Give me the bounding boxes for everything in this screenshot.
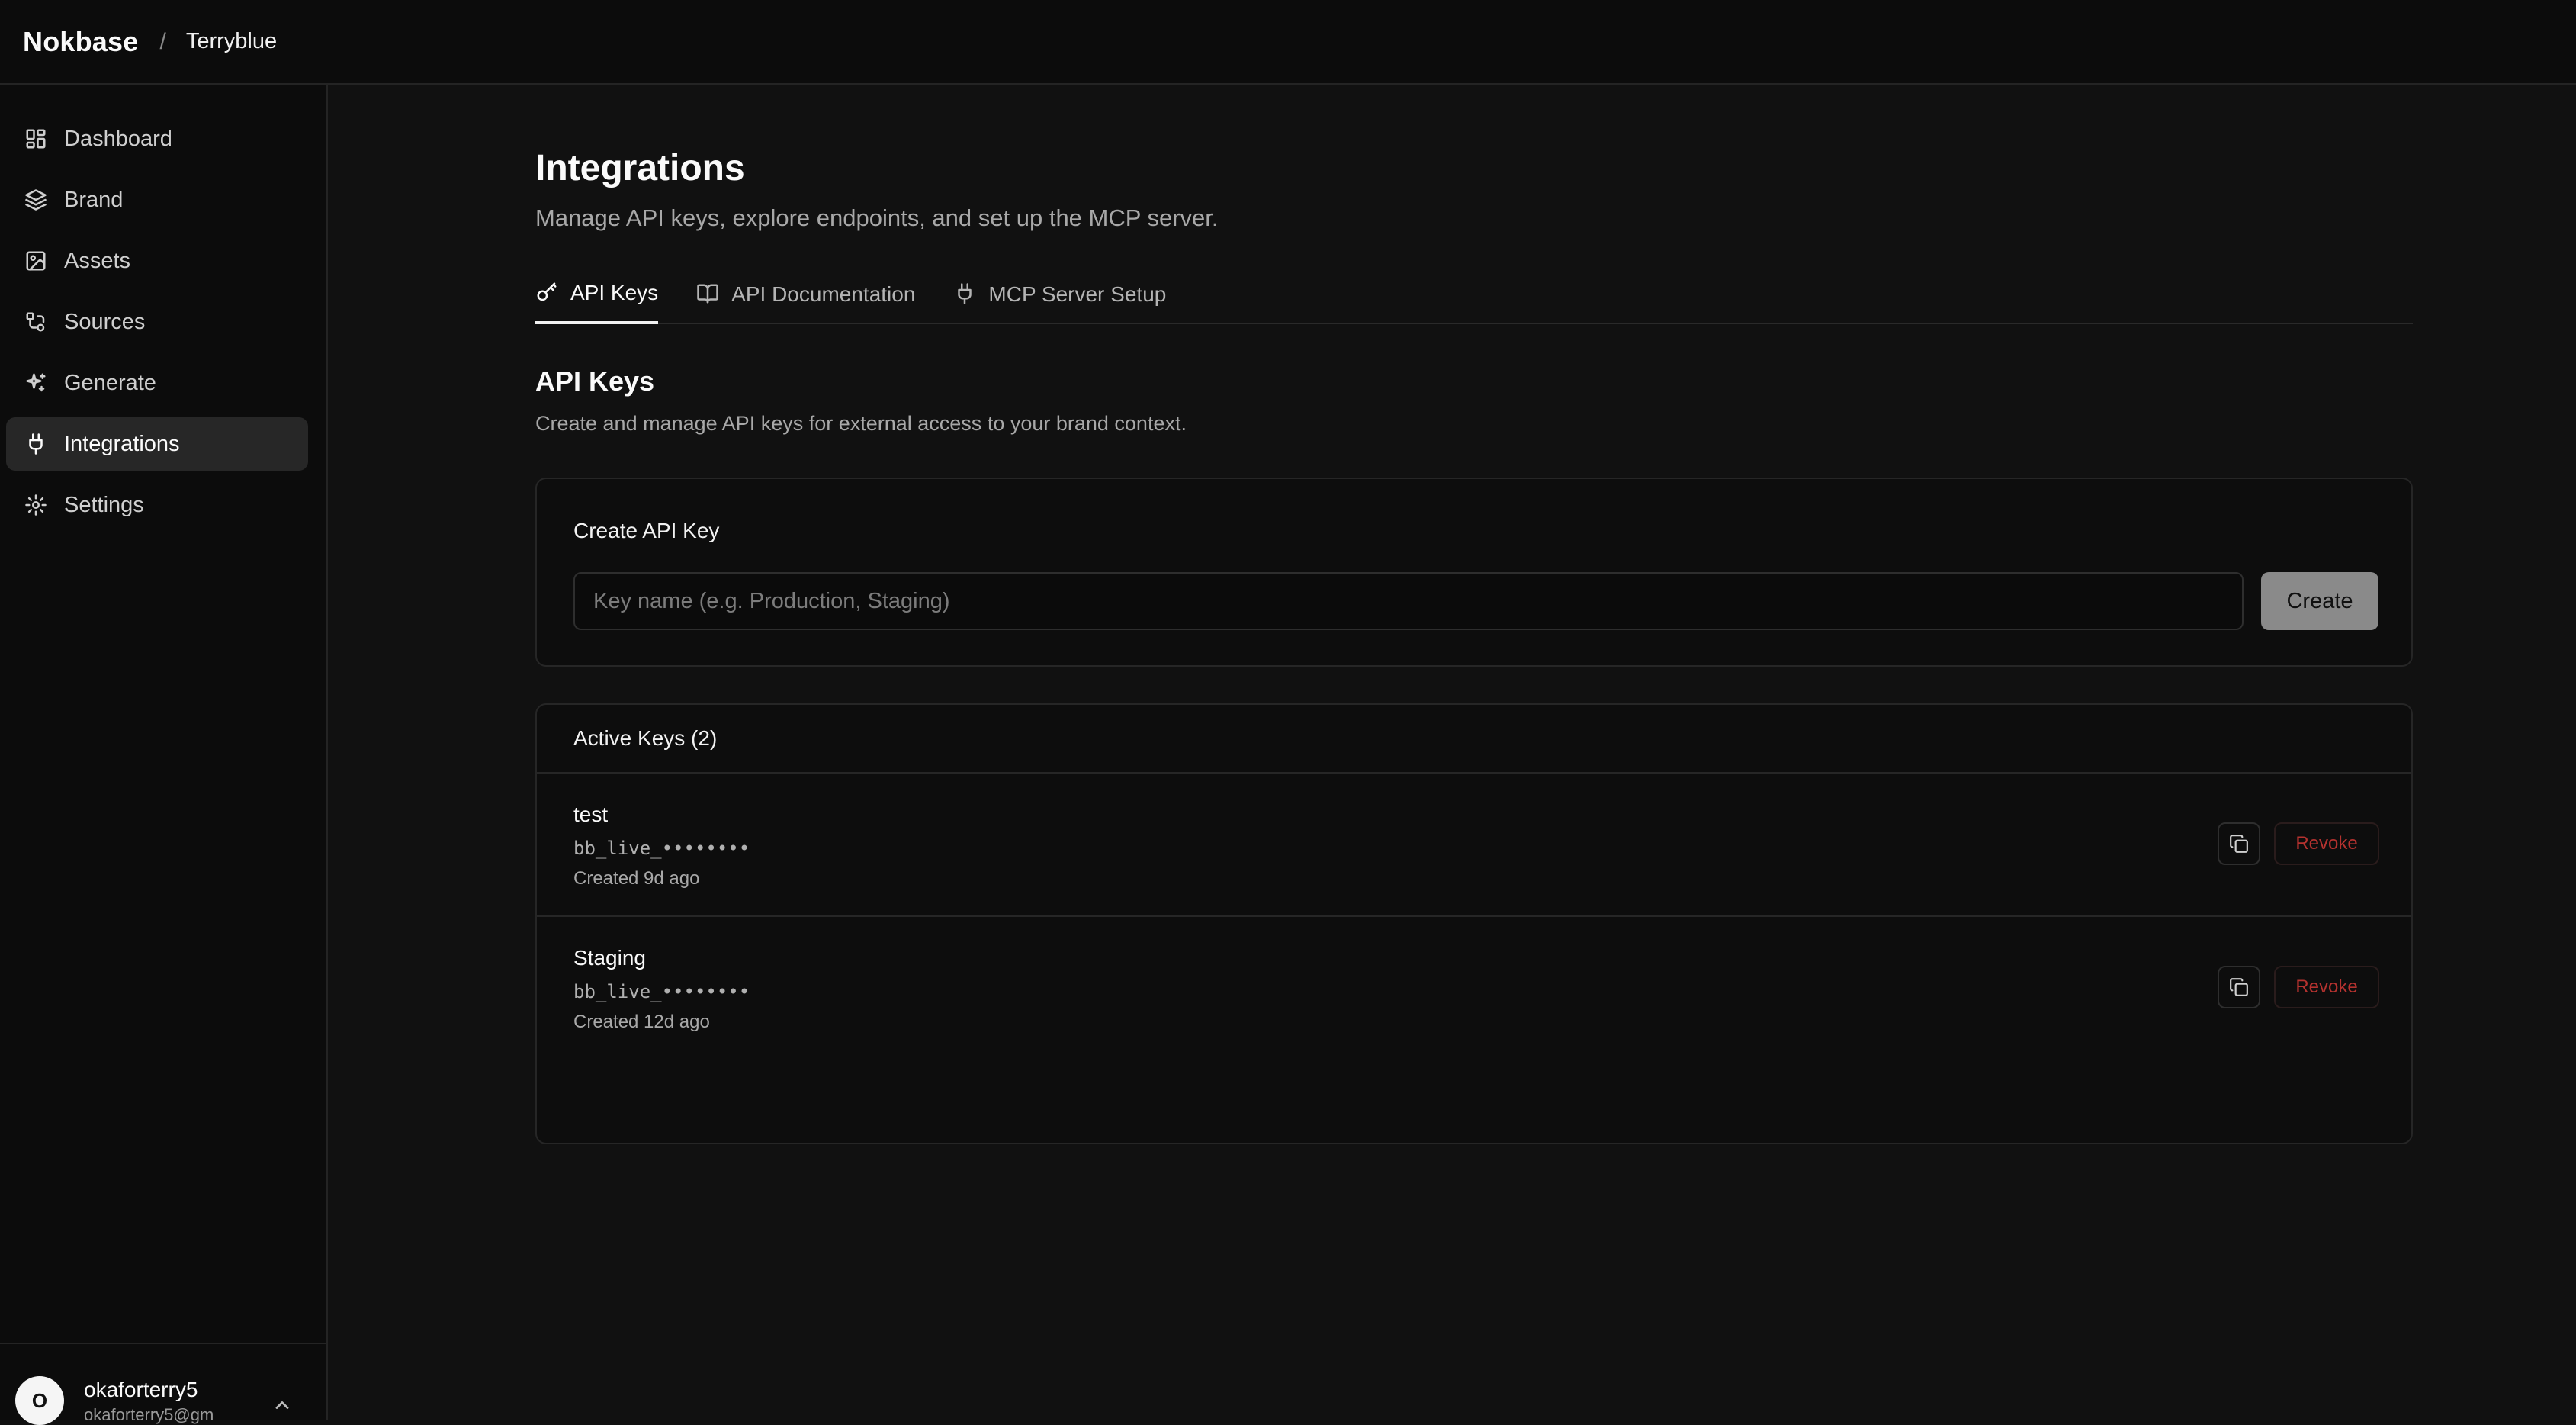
- key-icon: [535, 281, 560, 305]
- chevron-up-icon[interactable]: [271, 1394, 294, 1417]
- breadcrumb-separator: /: [159, 28, 166, 54]
- active-keys-card: Active Keys (2) test bb_live_•••••••• Cr…: [535, 703, 2413, 1144]
- sidebar-item-sources[interactable]: Sources: [6, 295, 308, 349]
- main-content: Integrations Manage API keys, explore en…: [329, 86, 2576, 1420]
- key-prefix: bb_live_••••••••: [573, 981, 750, 1002]
- gear-icon: [23, 492, 49, 518]
- breadcrumb-workspace[interactable]: Terryblue: [186, 29, 277, 54]
- app-logo-text[interactable]: Nokbase: [23, 26, 138, 58]
- copy-icon: [2230, 835, 2248, 853]
- user-menu[interactable]: O okaforterry5 okaforterry5@gm: [0, 1343, 328, 1425]
- key-created: Created 9d ago: [573, 868, 700, 889]
- sidebar-item-label: Generate: [64, 370, 156, 395]
- sidebar-item-assets[interactable]: Assets: [6, 234, 308, 288]
- sidebar: Dashboard Brand Assets Sources Generate: [0, 85, 328, 1425]
- tab-label: API Documentation: [731, 282, 916, 306]
- key-name: Staging: [573, 946, 646, 970]
- sidebar-nav: Dashboard Brand Assets Sources Generate: [0, 112, 328, 539]
- create-api-key-card: Create API Key Create: [535, 478, 2413, 667]
- list-item: test bb_live_•••••••• Created 9d ago Rev…: [537, 774, 2411, 915]
- sidebar-item-label: Brand: [64, 187, 124, 212]
- sidebar-item-label: Integrations: [64, 431, 180, 456]
- tab-api-documentation[interactable]: API Documentation: [696, 265, 915, 324]
- sidebar-item-integrations[interactable]: Integrations: [6, 417, 308, 471]
- user-email: okaforterry5@gm: [84, 1405, 214, 1424]
- section-title: API Keys: [535, 365, 655, 397]
- tab-mcp-server-setup[interactable]: MCP Server Setup: [953, 265, 1166, 324]
- copy-key-button[interactable]: [2218, 822, 2260, 865]
- plug-icon: [23, 431, 49, 457]
- avatar: O: [15, 1376, 64, 1425]
- dashboard-icon: [23, 126, 49, 152]
- copy-key-button[interactable]: [2218, 966, 2260, 1008]
- sidebar-item-generate[interactable]: Generate: [6, 356, 308, 410]
- sidebar-item-label: Sources: [64, 309, 146, 334]
- revoke-button[interactable]: Revoke: [2274, 966, 2379, 1008]
- create-button[interactable]: Create: [2261, 572, 2378, 630]
- page-subtitle: Manage API keys, explore endpoints, and …: [535, 204, 1219, 231]
- sidebar-item-dashboard[interactable]: Dashboard: [6, 112, 308, 166]
- sidebar-item-label: Dashboard: [64, 126, 172, 151]
- plug-icon: [953, 282, 978, 307]
- tab-label: MCP Server Setup: [988, 282, 1167, 306]
- tab-bar: API Keys API Documentation MCP Server Se…: [535, 265, 2413, 324]
- key-name-input[interactable]: [573, 572, 2244, 630]
- top-bar: Nokbase / Terryblue: [0, 0, 2576, 85]
- copy-icon: [2230, 978, 2248, 996]
- page-title: Integrations: [535, 148, 745, 188]
- tab-label: API Keys: [570, 281, 659, 304]
- key-prefix: bb_live_••••••••: [573, 838, 750, 859]
- sidebar-item-settings[interactable]: Settings: [6, 478, 308, 532]
- sources-icon: [23, 309, 49, 335]
- sidebar-item-label: Settings: [64, 492, 144, 517]
- tab-api-keys[interactable]: API Keys: [535, 265, 659, 324]
- image-icon: [23, 248, 49, 274]
- create-api-key-label: Create API Key: [573, 519, 720, 542]
- sidebar-item-brand[interactable]: Brand: [6, 173, 308, 227]
- key-created: Created 12d ago: [573, 1012, 710, 1032]
- revoke-button[interactable]: Revoke: [2274, 822, 2379, 865]
- user-name: okaforterry5: [84, 1378, 198, 1401]
- sidebar-item-label: Assets: [64, 248, 131, 273]
- section-description: Create and manage API keys for external …: [535, 412, 1187, 435]
- layers-icon: [23, 187, 49, 213]
- book-icon: [696, 282, 721, 307]
- sparkles-icon: [23, 370, 49, 396]
- list-item: Staging bb_live_•••••••• Created 12d ago…: [537, 915, 2411, 1057]
- key-name: test: [573, 803, 609, 826]
- active-keys-header: Active Keys (2): [537, 705, 2411, 774]
